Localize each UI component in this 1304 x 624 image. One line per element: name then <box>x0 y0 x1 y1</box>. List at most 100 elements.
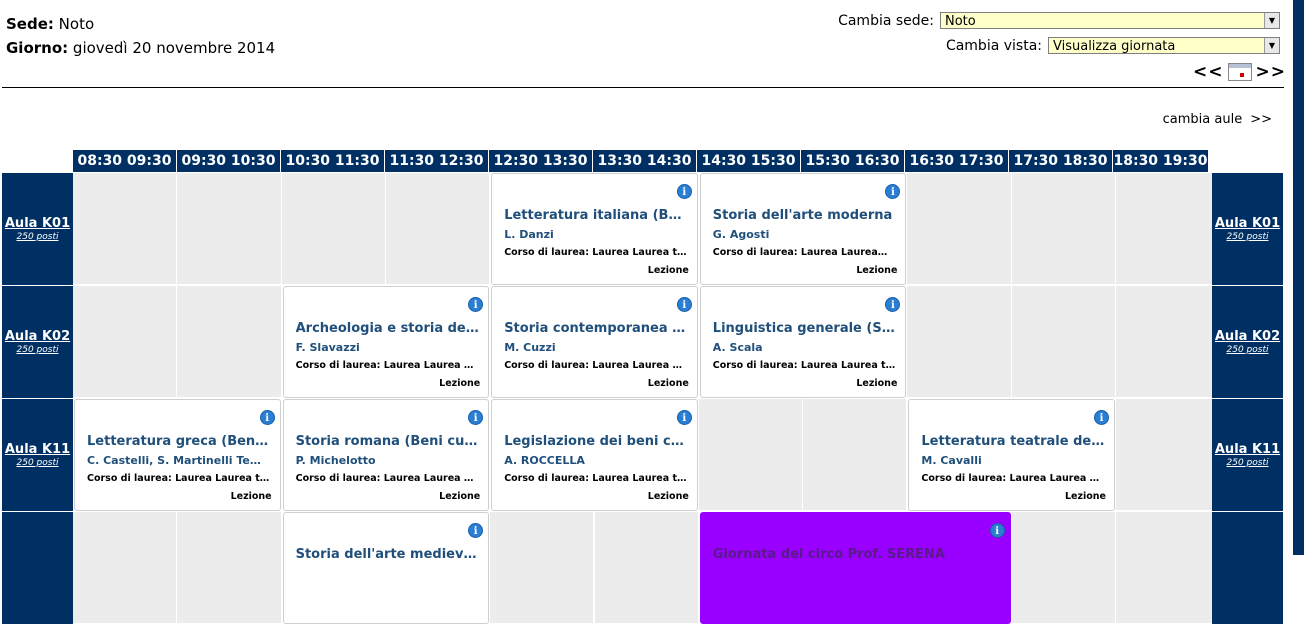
room-label[interactable] <box>1212 512 1283 624</box>
room-seats-link[interactable]: 250 posti <box>17 345 59 355</box>
event-card[interactable]: i Letteratura italiana (Beni c… L. Danzi Co… <box>491 173 698 285</box>
event-card[interactable]: i Legislazione dei beni cultur… A. ROCCELL… <box>491 399 698 511</box>
room-seats-link[interactable]: 250 posti <box>17 232 59 242</box>
room-seats-link[interactable]: 250 posti <box>1227 345 1269 355</box>
room-name-link[interactable]: Aula K02 <box>5 329 70 344</box>
divider <box>2 87 1284 88</box>
event-course: Corso di laurea: Laurea Laurea … <box>295 360 474 371</box>
event-teacher: G. Agosti <box>712 228 770 241</box>
info-icon[interactable]: i <box>468 297 484 312</box>
event-card[interactable]: i Storia dell'arte medievale <box>282 512 490 624</box>
empty-slot[interactable] <box>1116 399 1221 511</box>
sede-line: Sede: Noto <box>6 15 95 33</box>
event-card[interactable]: i Archeologia e storia dell'ar… F. Slavazz… <box>282 286 490 398</box>
room-seats-link[interactable]: 250 posti <box>17 458 59 468</box>
event-type: Lezione <box>856 378 898 389</box>
empty-slot[interactable] <box>1011 512 1116 624</box>
time-slot-header: 17:30 18:30 <box>1009 150 1113 172</box>
info-icon[interactable]: i <box>885 184 901 199</box>
empty-slot[interactable] <box>1116 512 1221 624</box>
event-card[interactable]: i Storia romana (Beni cultur… P. Michelott… <box>282 399 490 511</box>
time-slot-header: 08:30 09:30 <box>73 150 177 172</box>
event-card[interactable]: i Linguistica generale (Sc. C… A. Scala Cor… <box>699 286 907 398</box>
info-icon[interactable]: i <box>1093 410 1109 425</box>
room-name-link[interactable]: Aula K02 <box>1215 329 1280 344</box>
room-name-link[interactable]: Aula K01 <box>1215 216 1280 231</box>
event-title: Storia romana (Beni cultur… <box>295 434 481 449</box>
event-card[interactable]: i Storia contemporanea (Sc.… M. Cuzzi Corso… <box>491 286 698 398</box>
info-icon[interactable]: i <box>676 297 692 312</box>
time-slot-header: 15:30 16:30 <box>801 150 905 172</box>
room-label[interactable]: Aula K11 250 posti <box>1212 399 1283 511</box>
room-label[interactable]: Aula K11 250 posti <box>2 399 73 511</box>
empty-slot[interactable] <box>1011 173 1116 285</box>
info-icon[interactable]: i <box>468 410 484 425</box>
event-type: Lezione <box>647 378 689 389</box>
event-title: Storia dell'arte moderna <box>712 208 893 223</box>
info-icon[interactable]: i <box>989 523 1005 538</box>
event-teacher: F. Slavazzi <box>295 341 360 354</box>
time-slot-header: 16:30 17:30 <box>905 150 1009 172</box>
next-day-button[interactable]: >> <box>1256 62 1287 82</box>
info-icon[interactable]: i <box>885 297 901 312</box>
calendar-icon[interactable] <box>1227 63 1252 81</box>
empty-slot[interactable] <box>177 512 282 624</box>
event-card[interactable]: i Letteratura teatrale della … M. Cavalli C… <box>908 399 1115 511</box>
room-name-link[interactable]: Aula K01 <box>5 216 70 231</box>
room-seats-link[interactable]: 250 posti <box>1227 232 1269 242</box>
time-slots-header: 08:30 09:30 09:30 10:30 10:30 11:30 11:30 1… <box>73 150 1209 172</box>
empty-slot[interactable] <box>594 512 699 624</box>
room-label[interactable]: Aula K02 250 posti <box>1212 286 1283 398</box>
event-card[interactable]: i Giornata del circo Prof. SERENA <box>699 512 1011 624</box>
room-seats-link[interactable]: 250 posti <box>1227 458 1269 468</box>
empty-slot[interactable] <box>907 173 1012 285</box>
room-name-link[interactable]: Aula K11 <box>5 442 70 457</box>
room-row: i Letteratura greca (Beni cul… C. Castelli… <box>2 399 1284 511</box>
event-teacher: C. Castelli, S. Martinelli Te… <box>87 454 261 467</box>
time-slot-header: 18:30 19:30 <box>1113 150 1209 172</box>
event-course: Corso di laurea: Laurea Laurea t… <box>504 473 687 484</box>
empty-slot[interactable] <box>281 173 386 285</box>
event-teacher: L. Danzi <box>504 228 554 241</box>
empty-slot[interactable] <box>1116 173 1221 285</box>
time-slot-header: 09:30 10:30 <box>177 150 281 172</box>
info-icon[interactable]: i <box>468 523 484 538</box>
empty-slot[interactable] <box>73 512 178 624</box>
vista-select[interactable]: Visualizza giornata ▼ <box>1048 37 1280 54</box>
event-type: Lezione <box>1064 491 1106 502</box>
empty-slot[interactable] <box>1011 286 1116 398</box>
cambia-aule-link[interactable]: cambia aule >> <box>1163 112 1272 127</box>
empty-slot[interactable] <box>1116 286 1221 398</box>
event-card[interactable]: i Storia dell'arte moderna G. Agosti Corso … <box>699 173 907 285</box>
info-icon[interactable]: i <box>676 410 692 425</box>
event-card[interactable]: i Letteratura greca (Beni cul… C. Castelli… <box>74 399 281 511</box>
room-name-link[interactable]: Aula K11 <box>1215 442 1280 457</box>
room-label[interactable]: Aula K01 250 posti <box>1212 173 1283 285</box>
empty-slot[interactable] <box>177 286 282 398</box>
empty-slot[interactable] <box>73 173 178 285</box>
empty-slot[interactable] <box>803 399 908 511</box>
sede-select[interactable]: Noto ▼ <box>940 12 1280 29</box>
event-course: Corso di laurea: Laurea Laurea t… <box>504 247 687 258</box>
date-info: Sede: Noto Giorno: giovedì 20 novembre 2… <box>6 12 275 60</box>
cambia-vista-row: Cambia vista: Visualizza giornata ▼ <box>946 37 1280 54</box>
giorno-value: giovedì 20 novembre 2014 <box>72 39 276 57</box>
empty-slot[interactable] <box>698 399 804 511</box>
empty-slot[interactable] <box>385 173 491 285</box>
room-label[interactable] <box>2 512 73 624</box>
event-type: Lezione <box>230 491 272 502</box>
giorno-line: Giorno: giovedì 20 novembre 2014 <box>6 39 276 57</box>
info-icon[interactable]: i <box>259 410 275 425</box>
room-row: i Storia dell'arte medievale i Giornata del… <box>2 512 1284 624</box>
right-edge-bar <box>1293 0 1304 555</box>
empty-slot[interactable] <box>177 173 282 285</box>
empty-slot[interactable] <box>907 286 1012 398</box>
empty-slot[interactable] <box>73 286 178 398</box>
event-teacher: A. ROCCELLA <box>504 454 585 467</box>
info-icon[interactable]: i <box>676 184 692 199</box>
empty-slot[interactable] <box>490 512 595 624</box>
room-label[interactable]: Aula K02 250 posti <box>2 286 73 398</box>
room-row: i Archeologia e storia dell'ar… F. Slavazz… <box>2 286 1284 398</box>
room-label[interactable]: Aula K01 250 posti <box>2 173 73 285</box>
prev-day-button[interactable]: << <box>1193 62 1224 82</box>
